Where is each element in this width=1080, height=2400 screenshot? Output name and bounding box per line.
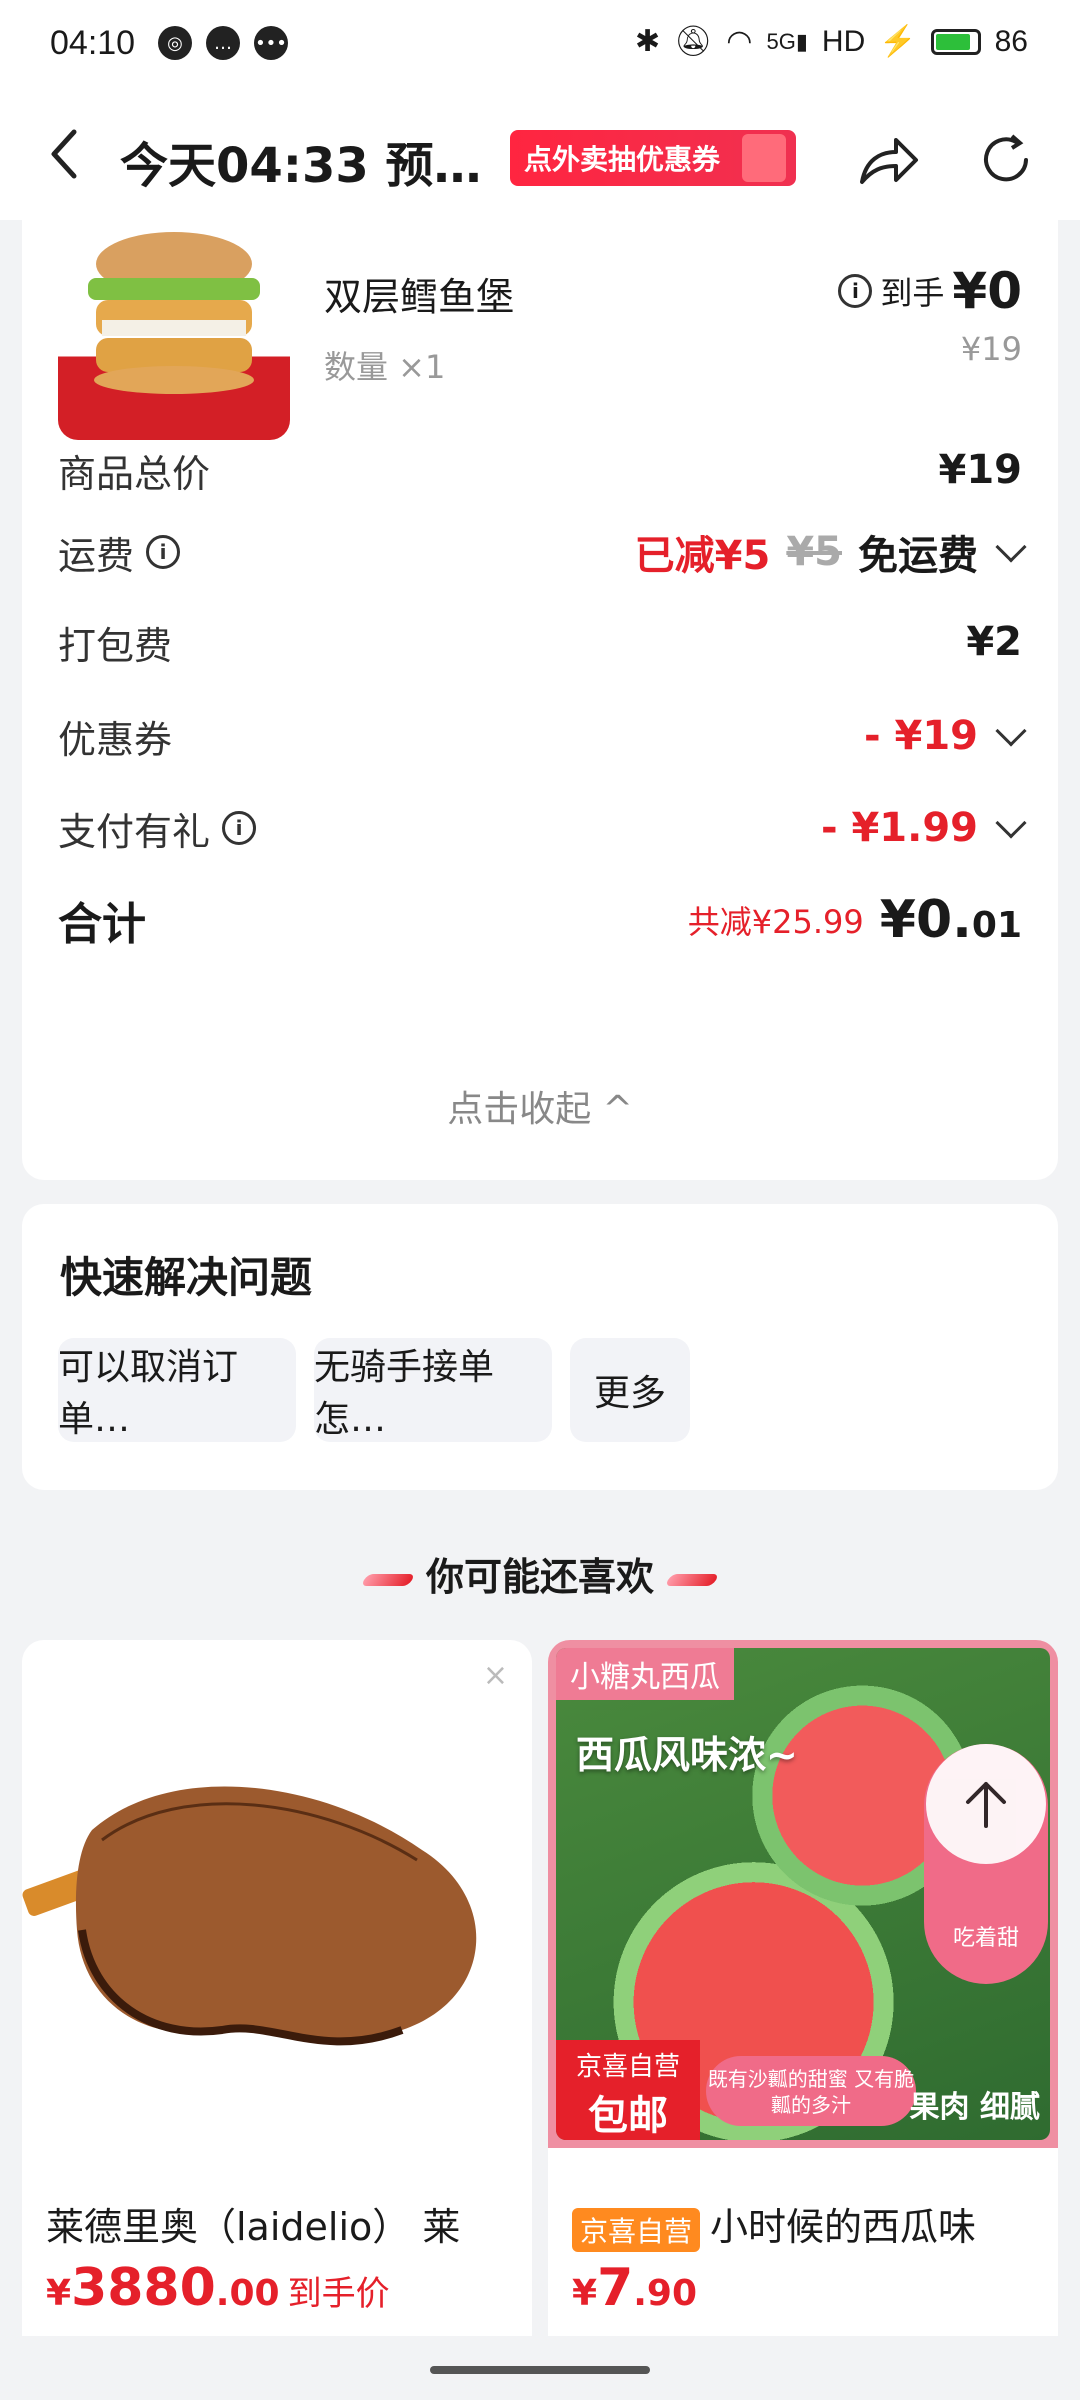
delivery-fee-value-group: 已减¥5 ¥5 免运费	[634, 523, 1027, 581]
recommend-price: ¥3880.00 到手价	[46, 2258, 390, 2318]
recommend-card-guitar[interactable]: × 莱德里奥（laidelio） 莱 ¥3880.00 到手价	[22, 1640, 532, 2360]
payment-gift-row[interactable]: 支付有礼 i - ¥1.99	[58, 798, 1027, 858]
chevron-down-icon[interactable]	[995, 531, 1027, 563]
share-icon[interactable]	[856, 130, 920, 190]
total-row: 合计 共减¥25.99 ¥0.01	[58, 890, 1022, 950]
delivery-value: 免运费	[858, 533, 978, 579]
product-original-price: ¥19	[960, 330, 1022, 368]
subtotal-row: 商品总价 ¥19	[58, 440, 1022, 500]
delivery-saved: 已减¥5	[634, 533, 771, 579]
image-fruit-text: 果肉 细腻	[909, 2090, 1040, 2125]
chevron-down-icon[interactable]	[995, 715, 1027, 747]
charging-icon: ⚡	[879, 25, 917, 58]
recommend-name: 莱德里奥（laidelio） 莱	[46, 2205, 461, 2249]
order-detail-card: 双层鳕鱼堡 数量 ×1 i 到手 ¥0 ¥19 商品总价 ¥19 运费 i 已减…	[22, 220, 1058, 1180]
chat-icon: •••	[254, 26, 288, 60]
quick-chip-more[interactable]: 更多	[570, 1338, 690, 1442]
page-title: 今天04:33 预…	[120, 138, 482, 194]
product-name: 双层鳕鱼堡	[324, 275, 515, 319]
product-quantity: 数量 ×1	[324, 348, 446, 386]
app-notification-icon: ◎	[158, 26, 192, 60]
float-label: 吃着甜	[952, 1926, 1019, 1951]
info-icon[interactable]: i	[146, 535, 181, 569]
quick-help-card: 快速解决问题 可以取消订单… 无骑手接单怎… 更多	[22, 1204, 1058, 1490]
back-arrow-icon[interactable]	[44, 124, 84, 184]
final-price-label: 到手	[880, 274, 945, 312]
recommend-heading: 你可能还喜欢	[0, 1546, 1080, 1601]
final-price-value: ¥0	[952, 262, 1022, 320]
top-nav: 今天04:33 预… 点外卖抽优惠券	[0, 90, 1080, 220]
red-envelope-icon	[742, 134, 786, 182]
home-indicator[interactable]	[430, 2366, 650, 2374]
arrow-up-icon[interactable]	[926, 1744, 1046, 1864]
total-saved: 共减¥25.99	[687, 903, 864, 941]
coupon-value-group: - ¥19	[863, 713, 1027, 759]
product-final-price: i 到手 ¥0	[838, 262, 1022, 320]
image-slogan: 西瓜风味浓~	[576, 1733, 798, 1777]
subtotal-value: ¥19	[938, 447, 1023, 493]
signal-icon: 5G▮	[766, 28, 808, 54]
payment-gift-label: 支付有礼	[58, 809, 211, 854]
product-image[interactable]	[58, 220, 290, 440]
payment-gift-label-group: 支付有礼 i	[58, 801, 257, 856]
info-icon[interactable]: i	[222, 811, 257, 845]
refresh-icon[interactable]	[976, 130, 1036, 190]
image-tag: 小糖丸西瓜	[556, 1648, 734, 1700]
scroll-top-button[interactable]: 吃着甜	[924, 1744, 1048, 1984]
packing-fee-value: ¥2	[966, 619, 1022, 665]
status-time: 04:10	[50, 24, 136, 62]
recommend-price: ¥7.90	[572, 2258, 698, 2318]
delivery-original: ¥5	[786, 529, 842, 575]
quick-chip-cancel-order[interactable]: 可以取消订单…	[58, 1338, 296, 1442]
bluetooth-icon: ✱	[635, 25, 661, 58]
status-bar: 04:10 ◎ … ••• ✱ 🔕︎ ◠ 5G▮ HD ⚡ 86	[0, 0, 1080, 90]
subtotal-label: 商品总价	[58, 451, 211, 496]
battery-icon	[930, 28, 981, 55]
coupon-label: 优惠券	[58, 717, 173, 762]
quick-help-title: 快速解决问题	[60, 1253, 313, 1302]
notification-icons: ◎ … •••	[158, 26, 288, 60]
payment-gift-value: - ¥1.99	[820, 805, 978, 851]
quick-chip-no-rider[interactable]: 无骑手接单怎…	[314, 1338, 552, 1442]
promo-label: 点外卖抽优惠券	[524, 143, 721, 176]
coupon-value: - ¥19	[863, 713, 978, 759]
total-value-group: 共减¥25.99 ¥0.01	[688, 890, 1022, 950]
total-label: 合计	[58, 899, 146, 950]
system-icons: ✱ 🔕︎ ◠ 5G▮ HD ⚡ 86	[635, 24, 1028, 59]
recommend-name: 京喜自营 小时候的西瓜味	[572, 2196, 976, 2252]
battery-percent: 86	[994, 24, 1028, 58]
promo-banner[interactable]: 点外卖抽优惠券	[510, 130, 796, 186]
mute-icon: 🔕︎	[674, 25, 713, 58]
packing-fee-label: 打包费	[58, 623, 173, 668]
image-bubble: 既有沙瓤的甜蜜 又有脆瓤的多汁	[706, 2056, 916, 2126]
close-icon[interactable]: ×	[483, 1658, 508, 1693]
coupon-row[interactable]: 优惠券 - ¥19	[58, 706, 1027, 766]
guitar-image	[22, 1786, 477, 2046]
wifi-icon: ◠	[726, 25, 753, 58]
free-shipping-tag: 京喜自营 包邮	[556, 2040, 700, 2140]
info-icon[interactable]: i	[838, 274, 873, 308]
chevron-down-icon[interactable]	[995, 807, 1027, 839]
hd-label: HD	[821, 24, 866, 58]
self-operated-badge: 京喜自营	[572, 2207, 701, 2252]
delivery-fee-label-group: 运费 i	[58, 525, 181, 580]
collapse-toggle[interactable]: 点击收起 ^	[22, 1080, 1058, 1132]
decor-dash-icon	[664, 1573, 720, 1586]
delivery-fee-label: 运费	[58, 533, 135, 578]
message-icon: …	[206, 26, 240, 60]
decor-dash-icon	[360, 1573, 416, 1586]
payment-gift-value-group: - ¥1.99	[820, 805, 1027, 851]
total-amount: ¥0.01	[879, 890, 1022, 950]
delivery-fee-row[interactable]: 运费 i 已减¥5 ¥5 免运费	[58, 522, 1027, 582]
packing-fee-row: 打包费 ¥2	[58, 612, 1022, 672]
